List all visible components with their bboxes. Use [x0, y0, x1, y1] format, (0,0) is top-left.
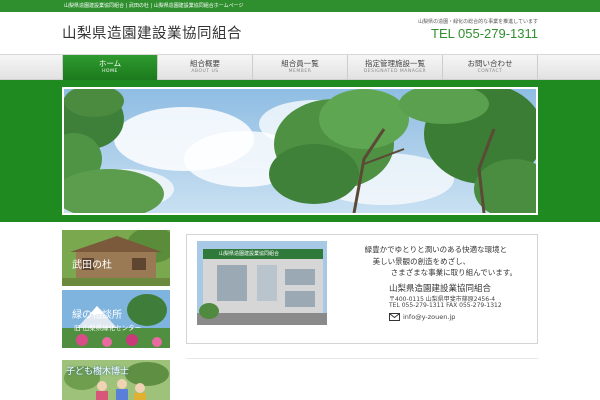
nav-label: 指定管理施設一覧: [365, 59, 425, 68]
hero-image-trees-sky: [62, 87, 538, 215]
nav-sublabel: HOME: [102, 69, 118, 74]
banner-soudansho-subtitle: 旧 山梨県緑化センター: [74, 324, 142, 332]
site-title[interactable]: 山梨県造園建設業協同組合: [62, 22, 242, 43]
banner-midori-soudansho[interactable]: 緑の相談所 旧 山梨県緑化センター: [62, 290, 170, 348]
top-bar: 山梨県造園建設業協同組合 | 武田の杜 | 山梨県造園建設業協同組合ホームページ: [0, 0, 600, 12]
nav-sublabel: MEMBER: [288, 69, 312, 74]
intro-panel: 山梨県造園建設業協同組合 緑豊かでゆとりと潤いのある快適な環境と 美しい景観の創…: [186, 234, 538, 344]
nav-sublabel: DESIGNATED MANAGER: [363, 69, 427, 74]
nav-item-designated-manager[interactable]: 指定管理施設一覧 DESIGNATED MANAGER: [348, 55, 443, 80]
nav-item-home[interactable]: ホーム HOME: [62, 55, 158, 80]
hero-banner: [0, 80, 600, 222]
nav-label: 組合員一覧: [281, 59, 319, 68]
nav-label: 組合概要: [190, 59, 220, 68]
header-phone: TEL 055-279-1311: [431, 26, 538, 41]
org-phone-fax: TEL 055-279-1311 FAX 055-279-1312: [389, 302, 502, 309]
nav-label: ホーム: [98, 59, 122, 68]
header-description: 山梨県の造園・緑化の総合的な事業を推進しています: [418, 19, 538, 25]
banner-takeda-label: 武田の杜: [72, 260, 112, 271]
banner-takeda-no-mori[interactable]: 武田の杜: [62, 230, 170, 286]
intro-line-1: 緑豊かでゆとりと潤いのある快適な環境と: [364, 245, 508, 254]
intro-line-3: さまざまな事業に取り組んでいます。: [390, 268, 517, 277]
banner-kodomo-jumoku-hakase[interactable]: 子ども樹木博士: [62, 360, 170, 400]
nav-label: お問い合わせ: [467, 59, 513, 68]
header: 山梨県造園建設業協同組合 山梨県の造園・緑化の総合的な事業を推進しています TE…: [0, 12, 600, 54]
divider: [186, 358, 538, 359]
nav-sublabel: ABOUT US: [191, 69, 219, 74]
building-sign-text: 山梨県造園建設業協同組合: [219, 251, 280, 257]
top-bar-text: 山梨県造園建設業協同組合 | 武田の杜 | 山梨県造園建設業協同組合ホームページ: [64, 3, 244, 9]
intro-line-2: 美しい景観の創造をめざし、: [372, 256, 471, 266]
org-name: 山梨県造園建設業協同組合: [389, 284, 492, 294]
intro-message: 緑豊かでゆとりと潤いのある快適な環境と 美しい景観の創造をめざし、 さまざまな事…: [365, 244, 517, 279]
office-building-photo: 山梨県造園建設業協同組合: [197, 241, 327, 325]
nav-item-member[interactable]: 組合員一覧 MEMBER: [253, 55, 348, 80]
nav-sublabel: CONTACT: [477, 69, 503, 74]
banner-kodomo-label: 子ども樹木博士: [66, 367, 130, 377]
banner-soudansho-title: 緑の相談所: [72, 310, 122, 321]
nav-item-about[interactable]: 組合概要 ABOUT US: [158, 55, 253, 80]
org-email-link[interactable]: info@y-zouen.jp: [403, 313, 455, 321]
main-nav: ホーム HOME 組合概要 ABOUT US 組合員一覧 MEMBER 指定管理…: [0, 54, 600, 80]
nav-item-contact[interactable]: お問い合わせ CONTACT: [443, 55, 538, 80]
mail-icon: [389, 313, 400, 321]
